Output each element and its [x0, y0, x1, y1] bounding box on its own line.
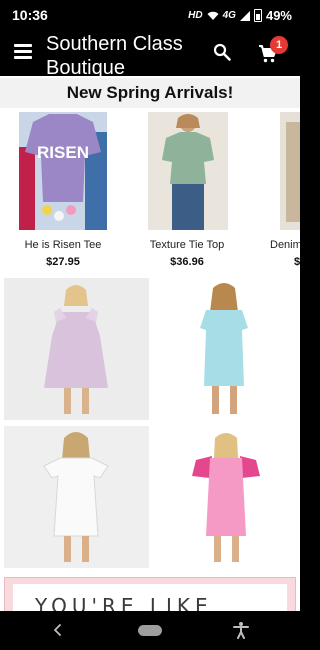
app-bar: Southern Class Boutique 1: [0, 30, 300, 76]
back-icon[interactable]: [50, 622, 64, 638]
product-price: $: [294, 256, 300, 268]
menu-icon[interactable]: [14, 44, 32, 59]
status-icons: HD 4G 49%: [188, 8, 292, 23]
status-bar: 10:36 HD 4G 49%: [0, 0, 300, 30]
battery-percent: 49%: [265, 8, 292, 23]
product-card[interactable]: Texture Tie Top $36.96: [132, 112, 242, 272]
product-name: Texture Tie Top: [149, 239, 225, 251]
promo-card: YOU'RE LIKE: [13, 584, 287, 611]
promo-text: YOU'RE LIKE: [35, 594, 213, 611]
grid-product-image[interactable]: [152, 426, 297, 568]
search-icon[interactable]: [213, 43, 231, 61]
home-button[interactable]: [138, 625, 162, 636]
product-name: Denim: [270, 239, 300, 251]
promo-banner[interactable]: YOU'RE LIKE: [4, 577, 296, 611]
network-type: HD: [188, 10, 203, 21]
cart-count-badge: 1: [270, 36, 288, 54]
grid-product-image[interactable]: [4, 426, 149, 568]
grid-product-image[interactable]: [4, 278, 149, 420]
product-name: He is Risen Tee: [24, 239, 102, 251]
product-image[interactable]: RISEN: [19, 112, 107, 230]
product-card[interactable]: RISEN He is Risen Tee $27.95: [8, 112, 118, 272]
product-carousel[interactable]: RISEN He is Risen Tee $27.95 Texture Tie…: [0, 112, 300, 272]
signal-type: 4G: [222, 10, 236, 21]
status-time: 10:36: [12, 7, 48, 23]
app-title: Southern Class Boutique: [46, 33, 183, 76]
section-title: New Spring Arrivals!: [0, 78, 300, 108]
battery-icon: [253, 9, 262, 22]
main-content[interactable]: New Spring Arrivals! RISEN He is Risen T…: [0, 76, 300, 611]
grid-product-image[interactable]: [152, 278, 297, 420]
product-image[interactable]: [280, 112, 300, 230]
accessibility-icon[interactable]: [232, 621, 250, 639]
risen-shirt-print: RISEN: [37, 143, 89, 162]
product-price: $27.95: [46, 256, 80, 268]
system-nav-bar: [0, 611, 300, 650]
wifi-icon: [207, 11, 219, 20]
product-card[interactable]: Denim $: [262, 112, 300, 272]
signal-icon: [239, 10, 250, 21]
product-image[interactable]: [148, 112, 228, 230]
cart-button[interactable]: 1: [258, 36, 288, 66]
product-price: $36.96: [170, 256, 204, 268]
